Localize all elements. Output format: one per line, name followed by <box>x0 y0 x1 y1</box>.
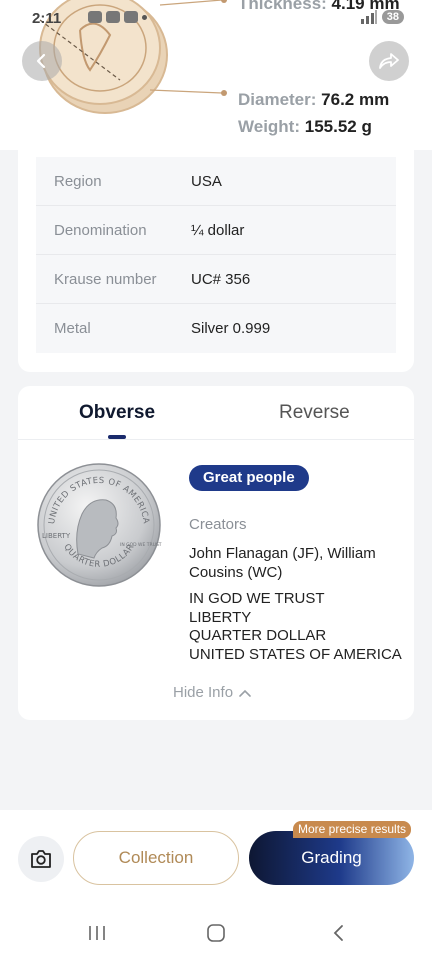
active-tab-indicator <box>108 435 126 439</box>
category-tag[interactable]: Great people <box>189 465 309 491</box>
precise-results-badge: More precise results <box>293 821 412 838</box>
detail-label: Krause number <box>54 270 157 288</box>
notification-icon <box>106 11 120 23</box>
home-icon <box>207 924 225 942</box>
coin-liberty-text: LIBERTY <box>42 532 71 540</box>
diameter-readout: Diameter: 76.2 mm <box>238 90 390 109</box>
recent-apps-button[interactable] <box>86 922 108 944</box>
tab-obverse[interactable]: Obverse <box>79 402 155 424</box>
detail-value: ¼ dollar <box>191 221 245 239</box>
detail-label: Region <box>54 172 102 190</box>
battery-indicator: 38 <box>381 10 404 24</box>
collection-button[interactable]: Collection <box>73 831 239 885</box>
system-back-button[interactable] <box>328 922 350 944</box>
hide-info-label: Hide Info <box>173 684 234 701</box>
recent-apps-icon <box>89 926 105 940</box>
camera-icon <box>31 850 51 868</box>
more-notifications-icon <box>142 14 147 20</box>
detail-row-denomination: Denomination ¼ dollar <box>36 206 396 255</box>
obverse-coin-image[interactable]: UNITED STATES OF AMERICA QUARTER DOLLAR … <box>36 462 162 588</box>
camera-button[interactable] <box>18 836 64 882</box>
share-icon <box>379 53 399 69</box>
detail-row-region: Region USA <box>36 157 396 206</box>
notification-icons <box>88 11 147 23</box>
tab-reverse[interactable]: Reverse <box>279 402 350 424</box>
weight-readout: Weight: 155.52 g <box>238 117 372 136</box>
system-status: 38 <box>360 10 404 24</box>
detail-value: UC# 356 <box>191 270 251 288</box>
hide-info-toggle[interactable]: Hide Info <box>173 684 252 701</box>
chevron-up-icon <box>239 689 251 697</box>
notification-icon <box>124 11 138 23</box>
signal-icon <box>360 10 377 24</box>
detail-row-krause-number: Krause number UC# 356 <box>36 255 396 304</box>
detail-label: Metal <box>54 320 91 337</box>
inscription-line: IN GOD WE TRUST <box>189 590 325 607</box>
home-button[interactable] <box>205 922 227 944</box>
back-icon <box>36 53 46 69</box>
creators-value: John Flanagan (JF), William Cousins (WC) <box>189 545 376 581</box>
inscription-line: UNITED STATES OF AMERICA <box>189 645 402 663</box>
system-back-icon <box>333 925 343 941</box>
share-button[interactable] <box>369 41 409 81</box>
side-tabs: Obverse Reverse <box>18 386 414 440</box>
details-table: Region USA Denomination ¼ dollar Krause … <box>36 157 396 353</box>
inscription-text: IN GOD WE TRUST LIBERTY QUARTER DOLLAR U… <box>189 590 409 664</box>
back-button[interactable] <box>22 41 62 81</box>
status-time: 2:11 <box>32 10 62 27</box>
system-navigation-bar <box>0 906 432 960</box>
creators-label: Creators <box>189 516 247 533</box>
inscription-line: QUARTER DOLLAR <box>189 627 327 644</box>
coin-motto-text: IN GOD WE TRUST <box>120 542 162 548</box>
status-bar: 2:11 38 <box>32 8 404 30</box>
inscription-line: LIBERTY <box>189 608 252 626</box>
detail-row-metal: Metal Silver 0.999 <box>36 304 396 353</box>
detail-value: Silver 0.999 <box>191 320 271 337</box>
notification-icon <box>88 11 102 23</box>
detail-label: Denomination <box>54 221 147 239</box>
grading-button[interactable]: Grading <box>249 831 414 885</box>
coin-dimensions-view: Thickness: 4.19 mm Diameter: 76.2 mm Wei… <box>0 0 432 150</box>
detail-value: USA <box>191 172 222 190</box>
side-info-card: Obverse Reverse UNITED STATES OF AMERICA… <box>18 386 414 720</box>
